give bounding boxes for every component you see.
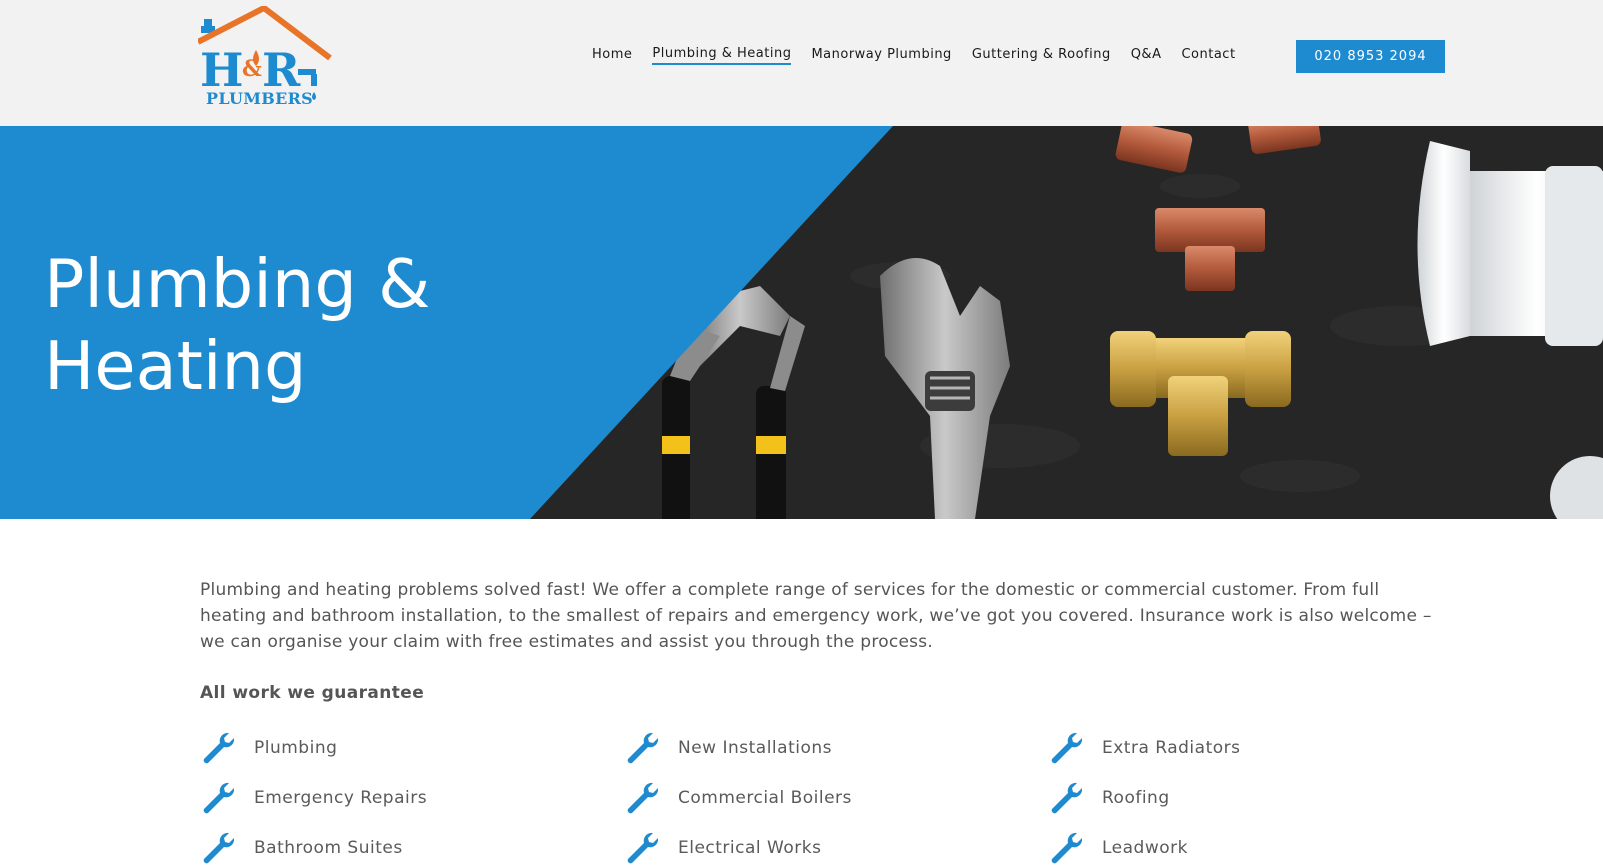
hr-plumbers-logo[interactable]: H & R PLUMBERS [196,5,334,110]
service-item: Emergency Repairs [200,781,427,815]
nav-manorway-plumbing[interactable]: Manorway Plumbing [811,47,951,64]
hero-banner: Plumbing & Heating [0,126,1603,519]
service-label: New Installations [678,738,832,758]
intro-paragraph: Plumbing and heating problems solved fas… [200,580,1432,652]
service-item: Commercial Boilers [624,781,852,815]
site-header: H & R PLUMBERS Home Plumbing & Heating M… [0,0,1603,126]
nav-contact[interactable]: Contact [1181,47,1235,64]
wrench-icon [1048,731,1083,765]
service-item: New Installations [624,731,832,765]
wrench-icon [200,731,235,765]
logo-subtitle: PLUMBERS [206,89,314,108]
service-label: Plumbing [254,738,338,758]
wrench-icon [1048,781,1083,815]
page-title-line1: Plumbing & [44,245,431,323]
service-label: Roofing [1102,788,1170,808]
service-label: Bathroom Suites [254,838,403,858]
service-label: Commercial Boilers [678,788,852,808]
nav-guttering-roofing[interactable]: Guttering & Roofing [972,47,1111,64]
service-item: Plumbing [200,731,337,765]
wrench-icon [1048,831,1083,865]
page-title-line2: Heating [44,327,307,405]
nav-qa[interactable]: Q&A [1131,47,1162,64]
nav-home[interactable]: Home [592,47,632,64]
service-item: Roofing [1048,781,1170,815]
svg-text:&: & [242,56,262,82]
service-item: Extra Radiators [1048,731,1240,765]
page-title: Plumbing & Heating [44,243,564,407]
wrench-icon [624,831,659,865]
service-item: Bathroom Suites [200,831,403,865]
service-label: Extra Radiators [1102,738,1241,758]
wrench-icon [624,781,659,815]
services-list: Plumbing New Installations Extra Radiators… [200,731,1500,865]
main-navigation: Home Plumbing & Heating Manorway Plumbin… [592,46,1256,65]
wrench-icon [200,781,235,815]
service-item: Electrical Works [624,831,821,865]
nav-plumbing-heating[interactable]: Plumbing & Heating [652,46,792,65]
service-item: Leadwork [1048,831,1188,865]
phone-button[interactable]: 020 8953 2094 [1296,40,1445,73]
service-label: Leadwork [1102,838,1188,858]
wrench-icon [200,831,235,865]
guarantee-heading: All work we guarantee [200,683,425,703]
service-label: Emergency Repairs [254,788,428,808]
wrench-icon [624,731,659,765]
service-label: Electrical Works [678,838,822,858]
